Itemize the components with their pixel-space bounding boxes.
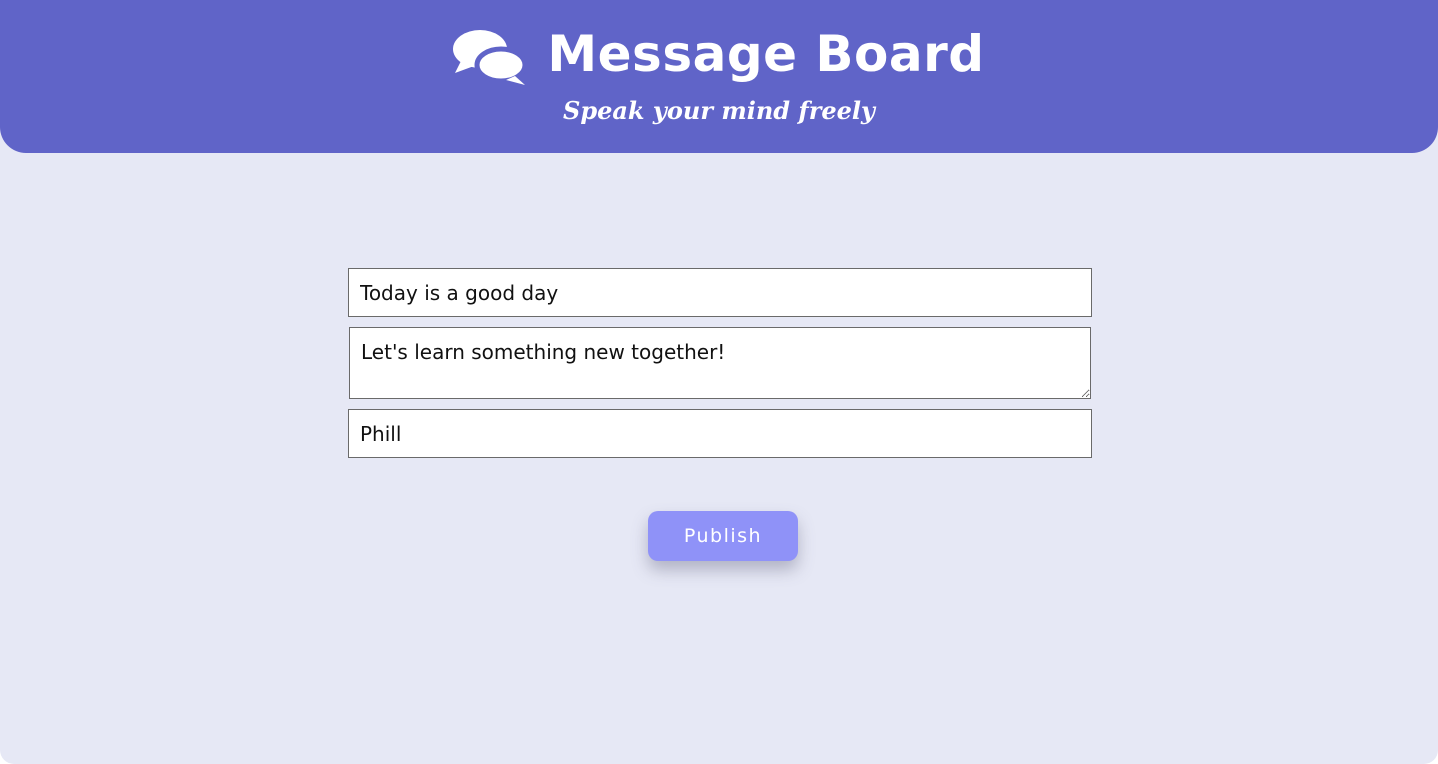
message-board-page: Message Board Speak your mind freely Let… [0,0,1438,764]
publish-button[interactable]: Publish [648,511,798,561]
page-title: Message Board [547,25,985,83]
comments-icon [453,30,528,85]
title-row: Message Board [0,22,1438,86]
author-input[interactable] [348,409,1092,458]
site-header: Message Board Speak your mind freely [0,0,1438,153]
page-subtitle: Speak your mind freely [563,96,875,125]
message-textarea[interactable]: Let's learn something new together! [349,327,1091,399]
title-input[interactable] [348,268,1092,317]
